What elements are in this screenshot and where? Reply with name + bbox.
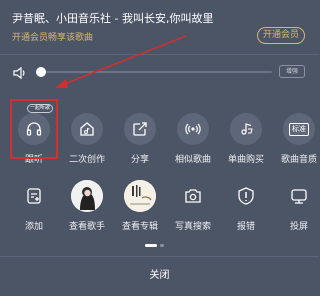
header-divider: [0, 54, 319, 55]
radio-wave-icon: [185, 123, 201, 135]
page-indicator: [145, 244, 164, 247]
photo-search-label: 写真搜索: [174, 222, 211, 232]
page-dot: [160, 244, 164, 247]
song-quality-label: 歌曲音质: [280, 155, 317, 165]
cast-screen-label: 投屏: [289, 222, 308, 232]
quality-circle: 标准: [283, 113, 315, 145]
photo-search-wrap: [177, 180, 209, 212]
close-bar: 关闭: [0, 256, 319, 296]
page-dot-active: [145, 244, 157, 247]
view-album-button[interactable]: 查看专辑: [116, 180, 164, 232]
volume-slider-knob[interactable]: [36, 67, 46, 77]
camera-search-icon: [185, 189, 201, 203]
volume-icon: [13, 66, 25, 80]
buy-single-circle: [230, 113, 262, 145]
singer-avatar: [71, 180, 103, 212]
report-wrap: [230, 180, 262, 212]
cast-icon: [291, 189, 307, 204]
add-label: 添加: [24, 222, 43, 232]
share-circle: [124, 113, 156, 145]
add-icon-wrap: [18, 180, 50, 212]
similar-songs-label: 相似歌曲: [174, 155, 211, 165]
share-label: 分享: [130, 155, 149, 165]
album-cover-image: [124, 180, 156, 212]
report-error-label: 报错: [236, 222, 255, 232]
share-button[interactable]: 分享: [116, 113, 164, 165]
volume-slider-track[interactable]: [40, 71, 272, 73]
close-button[interactable]: 关闭: [0, 257, 319, 295]
album-cover: [124, 180, 156, 212]
remix-circle: [71, 113, 103, 145]
view-singer-button[interactable]: 查看歌手: [63, 180, 111, 232]
music-cart-icon: [241, 123, 253, 135]
highlight-box: [10, 99, 58, 159]
cast-wrap: [283, 180, 315, 212]
enhance-button[interactable]: 增强: [279, 65, 305, 78]
buy-single-button[interactable]: 单曲购买: [222, 113, 270, 165]
view-album-label: 查看专辑: [121, 222, 158, 232]
add-button[interactable]: 添加: [10, 180, 58, 232]
report-icon: [238, 187, 254, 205]
cast-screen-button[interactable]: 投屏: [275, 180, 320, 232]
buy-single-label: 单曲购买: [227, 155, 264, 165]
similar-songs-button[interactable]: 相似歌曲: [169, 113, 217, 165]
music-house-icon: [80, 122, 94, 136]
song-title: 尹昔眠、小田音乐社 - 我叫长安,你叫故里: [12, 12, 214, 25]
song-quality-button[interactable]: 标准 歌曲音质: [275, 113, 320, 165]
similar-songs-circle: [177, 113, 209, 145]
share-icon: [133, 122, 147, 136]
photo-search-button[interactable]: 写真搜索: [169, 180, 217, 232]
quality-icon: 标准: [289, 122, 309, 136]
report-error-button[interactable]: 报错: [222, 180, 270, 232]
view-singer-label: 查看歌手: [68, 222, 105, 232]
vip-promo-text: 开通会员畅享该歌曲: [12, 33, 94, 43]
open-vip-button[interactable]: 开通会员: [257, 27, 305, 44]
singer-avatar-image: [71, 180, 103, 212]
add-to-list-icon: [27, 188, 41, 204]
remix-create-button[interactable]: 二次创作: [63, 113, 111, 165]
remix-create-label: 二次创作: [68, 155, 105, 165]
